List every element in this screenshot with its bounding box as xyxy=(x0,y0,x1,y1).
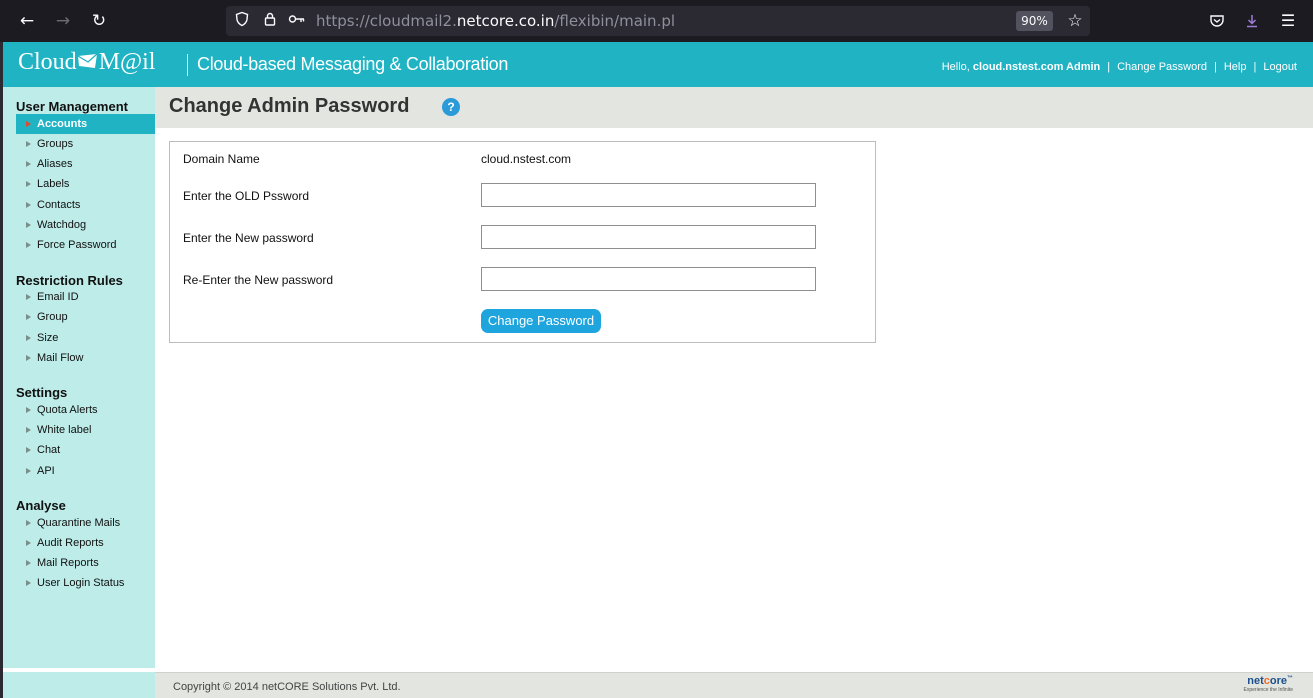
sidebar-item-audit-reports[interactable]: Audit Reports xyxy=(16,533,155,553)
arrow-icon xyxy=(26,407,31,413)
address-bar[interactable]: https://cloudmail2.netcore.co.in/flexibi… xyxy=(226,6,1090,36)
sidebar-item-white-label[interactable]: White label xyxy=(16,420,155,440)
arrow-icon xyxy=(26,520,31,526)
arrow-icon xyxy=(26,222,31,228)
sidebar-item-groups[interactable]: Groups xyxy=(16,134,155,154)
menu-icon[interactable]: ☰ xyxy=(1276,9,1300,33)
arrow-icon xyxy=(26,121,31,127)
logout-link[interactable]: Logout xyxy=(1263,61,1297,73)
help-icon[interactable]: ? xyxy=(442,98,460,116)
sidebar-item-mail-reports[interactable]: Mail Reports xyxy=(16,553,155,573)
help-link[interactable]: Help xyxy=(1224,61,1247,73)
arrow-icon xyxy=(26,242,31,248)
header-divider xyxy=(187,54,188,76)
sidebar-item-user-login-status[interactable]: User Login Status xyxy=(16,573,155,593)
arrow-icon xyxy=(26,468,31,474)
domain-name-label: Domain Name xyxy=(183,152,260,166)
arrow-icon xyxy=(26,141,31,147)
arrow-icon xyxy=(26,447,31,453)
arrow-icon xyxy=(26,294,31,300)
key-icon[interactable] xyxy=(287,11,307,31)
arrow-icon xyxy=(26,314,31,320)
sidebar-item-quarantine-mails[interactable]: Quarantine Mails xyxy=(16,513,155,533)
sidebar: User Management Accounts Groups Aliases … xyxy=(3,87,155,668)
arrow-icon xyxy=(26,161,31,167)
separator: | xyxy=(1214,61,1217,73)
lock-icon[interactable] xyxy=(260,11,280,31)
copyright-text: Copyright © 2014 netCORE Solutions Pvt. … xyxy=(173,681,401,693)
sidebar-item-labels[interactable]: Labels xyxy=(16,174,155,194)
footer: Copyright © 2014 netCORE Solutions Pvt. … xyxy=(155,672,1313,698)
arrow-icon xyxy=(26,540,31,546)
reenter-password-label: Re-Enter the New password xyxy=(183,273,334,287)
page-title: Change Admin Password xyxy=(169,95,410,117)
zoom-level[interactable]: 90% xyxy=(1016,11,1053,31)
section-analyse: Analyse xyxy=(16,498,66,513)
sidebar-item-aliases[interactable]: Aliases xyxy=(16,154,155,174)
web-page: Cloud M@il Cloud-based Messaging & Collab… xyxy=(0,42,1313,698)
arrow-icon xyxy=(26,560,31,566)
sidebar-item-contacts[interactable]: Contacts xyxy=(16,195,155,215)
reload-icon[interactable]: ↻ xyxy=(87,9,111,33)
tagline: Cloud-based Messaging & Collaboration xyxy=(197,54,509,74)
arrow-icon xyxy=(26,580,31,586)
sidebar-item-mail-flow[interactable]: Mail Flow xyxy=(16,348,155,368)
arrow-icon xyxy=(26,355,31,361)
old-password-label: Enter the OLD Pssword xyxy=(183,189,310,203)
arrow-icon xyxy=(26,181,31,187)
greeting: Hello, xyxy=(941,61,970,73)
section-settings: Settings xyxy=(16,385,68,400)
arrow-icon xyxy=(26,427,31,433)
sidebar-item-api[interactable]: API xyxy=(16,461,155,481)
arrow-icon xyxy=(26,202,31,208)
section-restriction-rules: Restriction Rules xyxy=(16,273,123,288)
back-icon[interactable]: ← xyxy=(15,9,39,33)
arrow-icon xyxy=(26,335,31,341)
change-password-link[interactable]: Change Password xyxy=(1117,61,1207,73)
cloudmail-logo[interactable]: Cloud M@il xyxy=(18,49,155,76)
sidebar-item-watchdog[interactable]: Watchdog xyxy=(16,215,155,235)
sidebar-item-force-password[interactable]: Force Password xyxy=(16,235,155,255)
domain-name-value: cloud.nstest.com xyxy=(481,152,572,166)
separator: | xyxy=(1253,61,1257,73)
envelope-icon xyxy=(77,53,98,68)
sidebar-item-accounts[interactable]: Accounts xyxy=(16,114,155,134)
shield-icon[interactable] xyxy=(232,11,252,31)
url-text[interactable]: https://cloudmail2.netcore.co.in/flexibi… xyxy=(316,12,675,30)
sidebar-footer xyxy=(3,672,155,698)
old-password-input[interactable] xyxy=(481,183,816,207)
new-password-label: Enter the New password xyxy=(183,231,314,245)
sidebar-item-group[interactable]: Group xyxy=(16,307,155,327)
sidebar-item-quota-alerts[interactable]: Quota Alerts xyxy=(16,400,155,420)
separator: | xyxy=(1107,61,1111,73)
change-password-form: Domain Name cloud.nstest.com Enter the O… xyxy=(169,141,876,343)
section-user-management: User Management xyxy=(16,99,128,114)
sidebar-item-email-id[interactable]: Email ID xyxy=(16,287,155,307)
reenter-password-input[interactable] xyxy=(481,267,816,291)
bookmark-star-icon[interactable]: ☆ xyxy=(1064,10,1086,32)
user-links: Hello, cloud.nstest.com Admin | Change Pas… xyxy=(942,61,1297,73)
browser-toolbar: ← → ↻ https://cloudmail2.netcore.co.in/f… xyxy=(0,0,1313,42)
pocket-icon[interactable] xyxy=(1205,9,1229,33)
new-password-input[interactable] xyxy=(481,225,816,249)
forward-icon[interactable]: → xyxy=(51,9,75,33)
user-name: cloud.nstest.com Admin xyxy=(972,61,1101,73)
sidebar-item-size[interactable]: Size xyxy=(16,328,155,348)
change-password-button[interactable]: Change Password xyxy=(481,309,601,333)
title-band: Change Admin Password ? xyxy=(155,87,1313,128)
app-header: Cloud M@il Cloud-based Messaging & Collab… xyxy=(3,42,1313,87)
netcore-logo[interactable]: netcore™ Experience the Infinite xyxy=(1244,675,1293,693)
sidebar-item-chat[interactable]: Chat xyxy=(16,440,155,460)
download-icon[interactable] xyxy=(1240,9,1264,33)
